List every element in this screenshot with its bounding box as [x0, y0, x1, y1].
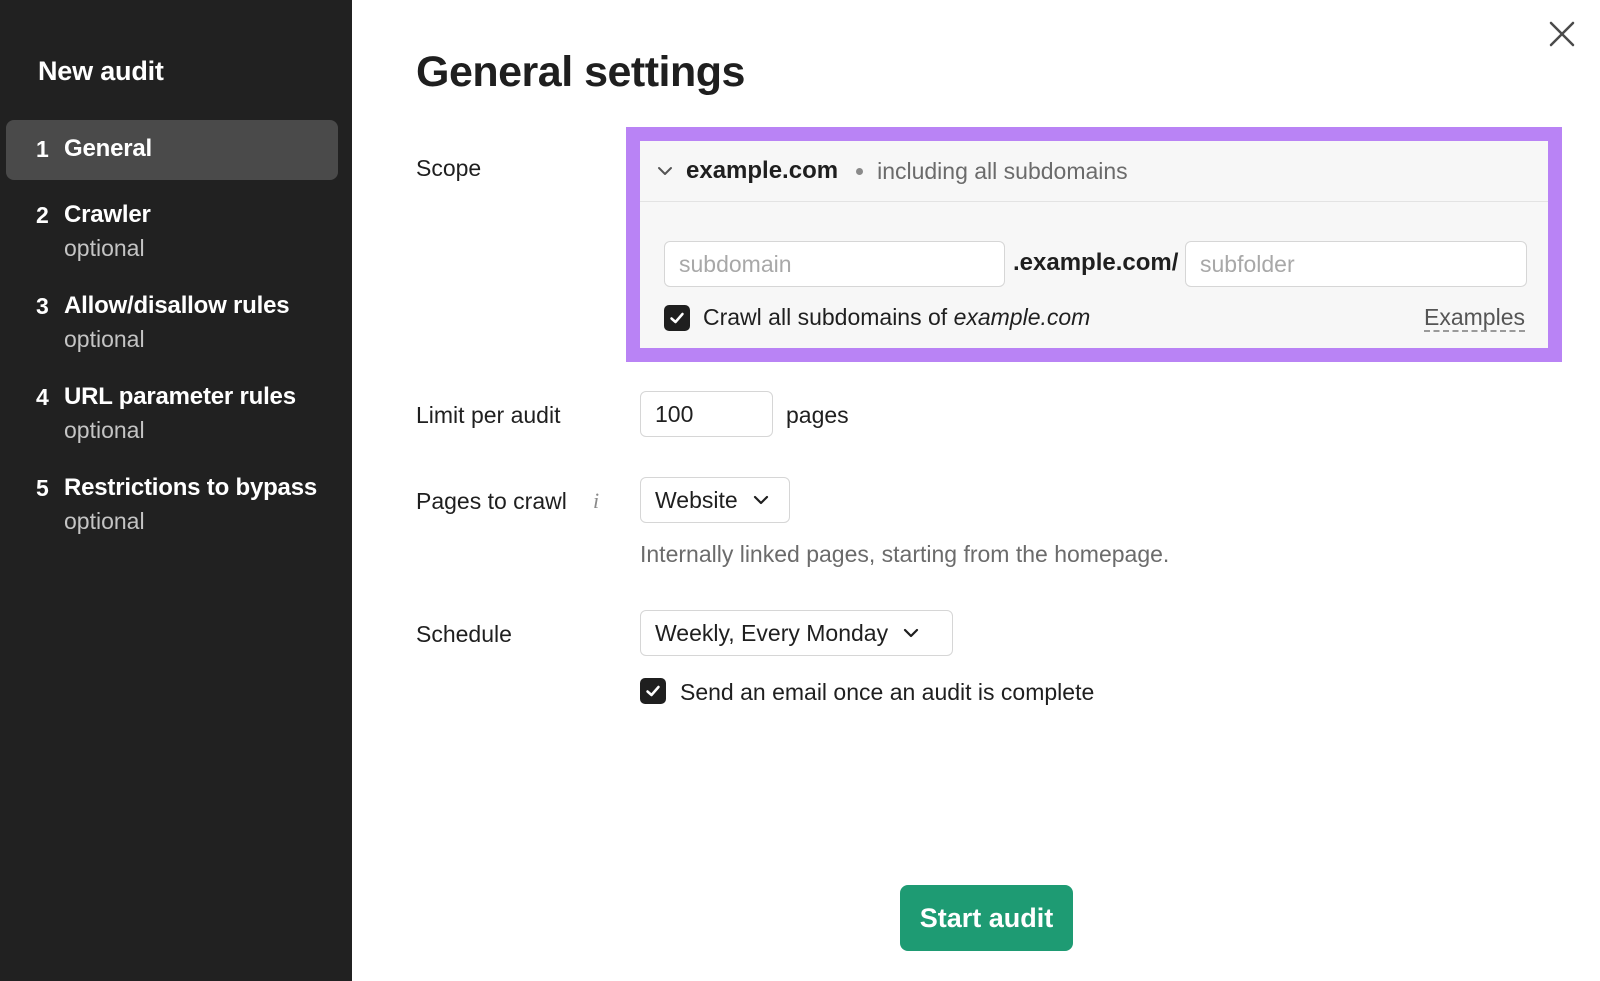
- schedule-select[interactable]: Weekly, Every Monday: [640, 610, 953, 656]
- step-general[interactable]: 1 General: [6, 120, 338, 180]
- step-number: 1: [36, 136, 49, 162]
- schedule-value: Weekly, Every Monday: [655, 619, 889, 646]
- email-notification-checkbox[interactable]: [640, 678, 666, 704]
- step-crawler[interactable]: 2 Crawler optional: [6, 186, 338, 276]
- pages-to-crawl-label: Pages to crawl: [416, 488, 567, 514]
- step-label: General: [64, 135, 152, 162]
- step-optional: optional: [64, 508, 145, 534]
- step-number: 4: [36, 384, 49, 410]
- limit-unit: pages: [786, 402, 849, 428]
- checkmark-icon: [646, 685, 660, 697]
- examples-link[interactable]: Examples: [1424, 304, 1525, 332]
- scope-label: Scope: [416, 155, 482, 181]
- step-optional: optional: [64, 417, 145, 443]
- limit-label: Limit per audit: [416, 402, 561, 428]
- info-icon[interactable]: i: [593, 488, 599, 514]
- subfolder-input[interactable]: subfolder: [1185, 241, 1527, 287]
- scope-include-text: including all subdomains: [877, 157, 1128, 184]
- scope-domain: example.com: [686, 157, 839, 184]
- limit-value: 100: [655, 400, 694, 427]
- close-icon: [1549, 21, 1575, 47]
- step-label: Allow/disallow rules: [64, 292, 290, 319]
- step-allow-disallow-rules[interactable]: 3 Allow/disallow rules optional: [6, 277, 338, 367]
- sidebar: New audit 1 General 2 Crawler optional 3…: [0, 0, 352, 981]
- subdomain-input[interactable]: subdomain: [664, 241, 1005, 287]
- subdomain-placeholder: subdomain: [679, 250, 792, 277]
- step-optional: optional: [64, 326, 145, 352]
- scope-card: example.com including all subdomains sub…: [640, 141, 1548, 348]
- chevron-down-icon: [658, 167, 672, 175]
- page-title: General settings: [416, 48, 745, 96]
- separator-dot: [856, 167, 864, 175]
- chevron-down-icon: [753, 495, 768, 505]
- crawl-subdomains-checkbox[interactable]: [664, 305, 690, 331]
- checkmark-icon: [670, 312, 684, 324]
- pages-to-crawl-value: Website: [655, 486, 738, 513]
- sidebar-title: New audit: [38, 56, 164, 86]
- schedule-label: Schedule: [416, 621, 512, 647]
- limit-input[interactable]: 100: [640, 391, 773, 437]
- pages-to-crawl-hint: Internally linked pages, starting from t…: [640, 541, 1170, 567]
- email-notification-label: Send an email once an audit is complete: [680, 679, 1095, 705]
- domain-suffix: .example.com/: [1013, 249, 1179, 276]
- start-audit-button[interactable]: Start audit: [900, 885, 1073, 951]
- step-restrictions-to-bypass[interactable]: 5 Restrictions to bypass optional: [6, 459, 338, 549]
- scope-highlight: example.com including all subdomains sub…: [626, 127, 1562, 362]
- pages-to-crawl-select[interactable]: Website: [640, 477, 790, 523]
- chevron-down-icon: [903, 628, 919, 638]
- step-list: 1 General 2 Crawler optional 3 Allow/dis…: [6, 120, 338, 549]
- scope-header[interactable]: example.com including all subdomains: [640, 141, 1548, 202]
- crawl-subdomains-label: Crawl all subdomains of example.com: [703, 304, 1091, 330]
- step-url-parameter-rules[interactable]: 4 URL parameter rules optional: [6, 368, 338, 458]
- step-label: Restrictions to bypass: [64, 474, 318, 501]
- step-label: URL parameter rules: [64, 383, 296, 410]
- step-number: 2: [36, 202, 49, 228]
- close-button[interactable]: [1546, 18, 1578, 50]
- subfolder-placeholder: subfolder: [1200, 250, 1295, 277]
- step-number: 3: [36, 293, 49, 319]
- step-optional: optional: [64, 235, 145, 261]
- step-number: 5: [36, 475, 49, 501]
- step-label: Crawler: [64, 201, 151, 228]
